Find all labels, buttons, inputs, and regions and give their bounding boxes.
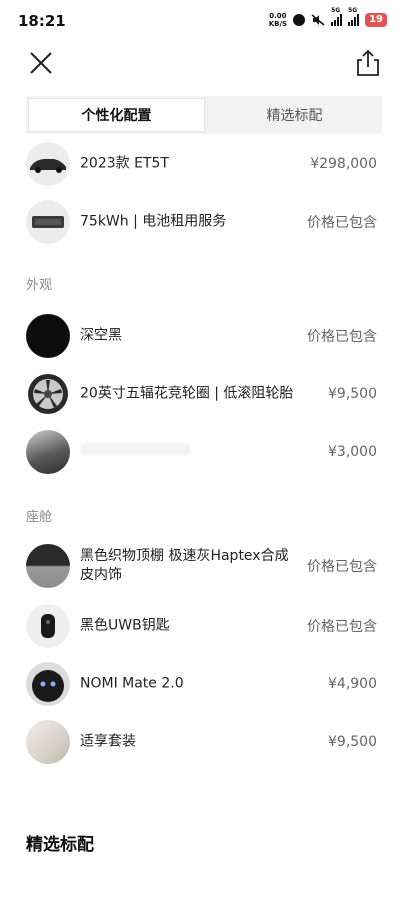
nomi-robot-icon [26,662,70,706]
signal-label-1: 5G [331,7,341,14]
item-name: 深空黑 [80,327,122,344]
share-icon[interactable] [353,48,383,78]
item-price: 价格已包含 [307,619,377,635]
item-name: NOMI Mate 2.0 [80,675,184,692]
item-price: 价格已包含 [307,559,377,575]
car-icon [26,142,70,186]
list-item[interactable]: 适享套装 ¥9,500 [0,720,409,764]
status-bar: 18:21 0.00 KB/S 5G 5G 19 [0,0,409,44]
item-price: 价格已包含 [307,329,377,345]
mute-icon [311,14,325,26]
list-item[interactable]: 20英寸五辐花竞轮圈 | 低滚阻轮胎 ¥9,500 [0,372,409,416]
key-icon [26,604,70,648]
item-price: ¥4,900 [328,676,377,692]
list-item[interactable]: 2023款 ET5T ¥298,000 [0,142,409,186]
standard-features-heading: 精选标配 [26,835,94,855]
top-bar [0,44,409,94]
roof-detail-icon [26,430,70,474]
item-name: 黑色UWB钥匙 [80,617,170,634]
item-name: 20英寸五辐花竞轮圈 | 低滚阻轮胎 [80,385,294,402]
item-name: 2023款 ET5T [80,155,169,172]
item-name: 适享套装 [80,733,136,750]
tab-standard-features[interactable]: 精选标配 [207,96,382,134]
item-price: ¥3,000 [328,444,377,460]
blurred-text [80,443,190,456]
list-item[interactable]: 黑色织物顶棚 极速灰Haptex合成皮内饰 价格已包含 [0,544,409,588]
status-icons: 0.00 KB/S 5G 5G 19 [269,7,387,28]
list-item[interactable]: 黑色UWB钥匙 价格已包含 [0,604,409,648]
battery-pack-icon [26,200,70,244]
network-speed-value: 0.00 [269,12,287,20]
network-speed: 0.00 KB/S [269,12,287,28]
close-icon[interactable] [26,48,56,78]
list-item[interactable]: ¥3,000 [0,430,409,474]
item-name: 75kWh | 电池租用服务 [80,213,227,230]
config-tabs: 个性化配置 精选标配 [26,96,382,134]
item-price: 价格已包含 [307,215,377,231]
status-time: 18:21 [18,12,66,30]
item-price: ¥298,000 [310,156,377,172]
section-cabin-label: 座舱 [26,510,53,525]
item-name: 黑色织物顶棚 极速灰Haptex合成皮内饰 [80,548,289,583]
comfort-pack-icon [26,720,70,764]
section-exterior-label: 外观 [26,278,53,293]
list-item[interactable]: 75kWh | 电池租用服务 价格已包含 [0,200,409,244]
network-speed-unit: KB/S [268,20,288,28]
wheel-icon [26,372,70,416]
list-item[interactable]: 深空黑 价格已包含 [0,314,409,358]
item-name-hidden [80,443,300,462]
list-item[interactable]: NOMI Mate 2.0 ¥4,900 [0,662,409,706]
signal-icon-2: 5G [348,7,360,26]
signal-icon-1: 5G [331,7,343,26]
signal-label-2: 5G [348,7,358,14]
tab-personalized-config[interactable]: 个性化配置 [28,98,205,132]
alarm-icon [293,14,306,26]
item-price: ¥9,500 [328,386,377,402]
interior-swatch-icon [26,544,70,588]
black-paint-swatch [26,314,70,358]
battery-indicator: 19 [365,13,387,27]
item-price: ¥9,500 [328,734,377,750]
